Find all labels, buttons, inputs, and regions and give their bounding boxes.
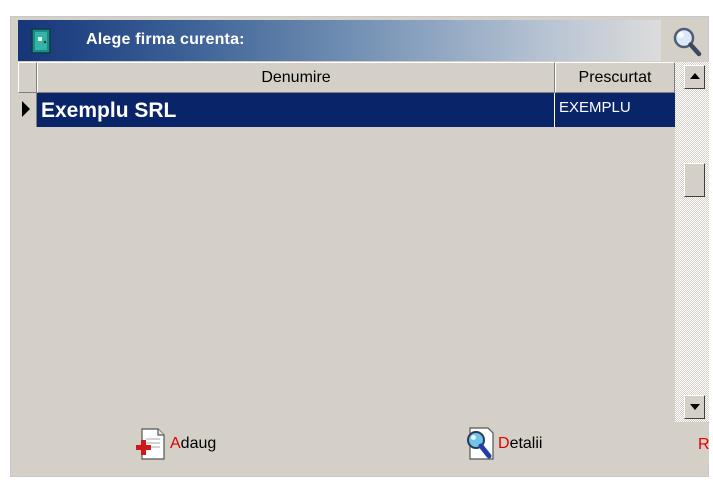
- search-button[interactable]: [671, 25, 703, 59]
- add-document-icon: [136, 428, 165, 460]
- row-indicator-header: [18, 62, 37, 93]
- companies-grid: Denumire Prescurtat Exemplu SRL EXEMPLU: [18, 62, 675, 422]
- details-button[interactable]: Detalii: [458, 424, 542, 464]
- door-icon: [31, 28, 51, 54]
- current-row-arrow-icon: [22, 101, 30, 117]
- details-button-accel: D: [498, 435, 510, 452]
- add-button[interactable]: Adaug: [128, 424, 216, 464]
- title-text: Alege firma curenta:: [86, 31, 245, 48]
- column-header-prescurtat[interactable]: Prescurtat: [555, 62, 675, 93]
- bottom-toolbar: Adaug Detalii R: [18, 424, 710, 464]
- row-indicator: [18, 93, 37, 127]
- scroll-up-button[interactable]: [684, 65, 705, 89]
- details-search-icon: [467, 427, 494, 460]
- scroll-down-button[interactable]: [684, 395, 705, 419]
- title-bar: Alege firma curenta:: [18, 20, 661, 61]
- r-shortcut[interactable]: R: [698, 436, 710, 454]
- magnifier-icon: [673, 27, 702, 57]
- scroll-thumb[interactable]: [684, 163, 705, 197]
- cell-prescurtat[interactable]: EXEMPLU: [555, 93, 675, 127]
- add-button-label: daug: [180, 435, 217, 452]
- column-header-denumire[interactable]: Denumire: [37, 62, 555, 93]
- cell-denumire[interactable]: Exemplu SRL: [37, 93, 555, 127]
- details-button-label: etalii: [509, 435, 543, 452]
- table-row[interactable]: Exemplu SRL EXEMPLU: [18, 93, 675, 127]
- arrow-down-icon: [690, 404, 700, 410]
- vertical-scrollbar[interactable]: [675, 62, 709, 422]
- add-button-accel: A: [170, 435, 181, 452]
- arrow-up-icon: [690, 73, 700, 79]
